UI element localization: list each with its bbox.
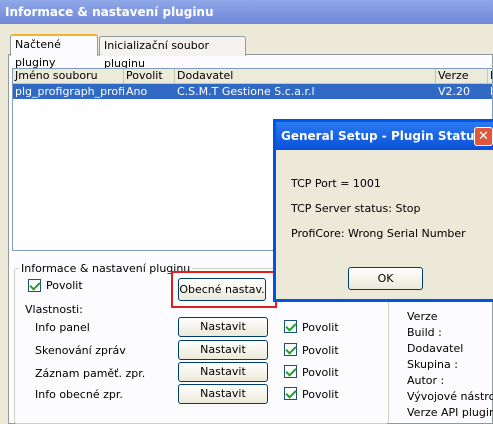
close-icon[interactable]: ✕: [474, 127, 493, 146]
detail-version-label: Verze: [407, 310, 438, 323]
enable-plugin-checkbox[interactable]: [28, 279, 41, 292]
memory-log-settings-button[interactable]: Nastavit: [178, 362, 268, 382]
memory-log-enable-label: Povolit: [302, 366, 339, 379]
plugin-status-dialog: General Setup - Plugin Status ✕ TCP Port…: [273, 119, 493, 302]
property-general-info-label: Info obecné zpr.: [35, 388, 123, 401]
detail-api-version-label: Verze API plugin :: [407, 406, 493, 419]
general-info-enable-checkbox[interactable]: [284, 387, 297, 400]
tcp-status-text: TCP Server status: Stop: [291, 202, 421, 215]
enable-plugin-label: Povolit: [46, 279, 83, 292]
property-memory-log-label: Záznam paměť. zpr.: [35, 367, 146, 380]
info-panel-enable-checkbox[interactable]: [284, 320, 297, 333]
info-panel-enable-label: Povolit: [302, 321, 339, 334]
cell-extra: P: [488, 84, 492, 99]
ok-button[interactable]: OK: [348, 267, 423, 290]
tab-loaded-plugins[interactable]: Načtené pluginy: [10, 34, 98, 69]
column-header-enabled[interactable]: Povolit: [124, 69, 175, 84]
cell-enabled: Ano: [126, 85, 148, 98]
highlight-box: [171, 271, 277, 308]
column-header-version[interactable]: Verze: [436, 69, 488, 84]
table-row[interactable]: plg_profigraph_profilog Ano C.S.M.T Gest…: [13, 84, 492, 99]
property-message-scan-label: Skenování zpráv: [35, 344, 126, 357]
detail-author-label: Autor :: [407, 374, 445, 387]
message-scan-enable-checkbox[interactable]: [284, 343, 297, 356]
window-title: Informace & nastavení pluginu: [0, 0, 493, 24]
general-info-enable-label: Povolit: [302, 388, 339, 401]
dialog-title: General Setup - Plugin Status: [276, 122, 493, 150]
tab-plugin-init-file[interactable]: Inicializační soubor pluginu: [99, 36, 246, 70]
property-info-panel-label: Info panel: [35, 321, 90, 334]
tcp-port-text: TCP Port = 1001: [291, 177, 381, 190]
proficore-text: ProfiCore: Wrong Serial Number: [291, 227, 466, 240]
detail-group-label: Skupina :: [407, 358, 458, 371]
message-scan-settings-button[interactable]: Nastavit: [178, 340, 268, 360]
cell-filename: plg_profigraph_profilog: [15, 85, 124, 98]
group-label: Informace & nastavení pluginu: [19, 262, 193, 275]
detail-vendor-label: Dodavatel: [407, 342, 464, 355]
general-info-settings-button[interactable]: Nastavit: [178, 384, 268, 404]
info-panel-settings-button[interactable]: Nastavit: [178, 317, 268, 337]
memory-log-enable-checkbox[interactable]: [284, 365, 297, 378]
column-header-extra[interactable]: P: [488, 69, 492, 84]
detail-build-label: Build :: [407, 326, 442, 339]
properties-label: Vlastnosti:: [25, 303, 83, 316]
message-scan-enable-label: Povolit: [302, 344, 339, 357]
detail-dev-tools-label: Vývojové nástroje: [407, 390, 493, 403]
cell-version: V2.20: [438, 85, 471, 98]
column-header-vendor[interactable]: Dodavatel: [175, 69, 436, 84]
cell-vendor: C.S.M.T Gestione S.c.a.r.l: [177, 85, 315, 98]
